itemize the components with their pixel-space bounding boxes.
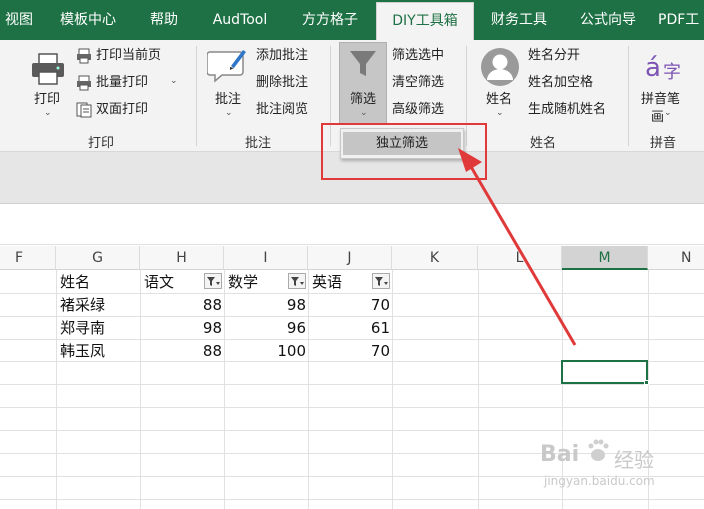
row-line [0,499,704,500]
pinyin-icon[interactable]: á 字 [645,50,685,86]
column-line [392,270,393,509]
column-line [56,270,57,509]
split-name-button[interactable]: 姓名分开 [528,47,580,65]
user-avatar-icon[interactable] [479,46,521,92]
cell-math[interactable]: 96 [224,317,306,340]
column-header-n[interactable]: N [648,246,704,270]
svg-text:字: 字 [663,62,681,82]
row-line [0,407,704,408]
cell-math[interactable]: 98 [224,294,306,317]
column-header-g[interactable]: G [56,246,140,270]
batch-print-button[interactable]: 批量打印 [96,74,148,92]
ribbon-tab-bar: 视图 模板中心 帮助 AudTool 方方格子 DIY工具箱 财务工具 公式向导… [0,0,704,40]
header-cell-math[interactable]: 数学 [228,271,258,294]
chevron-down-icon[interactable]: ⌄ [225,108,233,118]
cell-name[interactable]: 郑寻南 [60,317,105,340]
cell-english[interactable]: 70 [308,340,390,363]
tab-fangfang-gezi[interactable]: 方方格子 [290,0,370,40]
tab-view[interactable]: 视图 [0,0,38,40]
random-name-button[interactable]: 生成随机姓名 [528,101,606,119]
column-header-h[interactable]: H [140,246,224,270]
header-cell-name[interactable]: 姓名 [60,271,90,294]
header-cell-chinese[interactable]: 语文 [144,271,174,294]
cell-chinese[interactable]: 88 [140,340,222,363]
tab-template-center[interactable]: 模板中心 [48,0,128,40]
annotation-arrow-icon [458,148,577,346]
pinyin-group-label: 拼音 [650,136,677,151]
print-page-icon [76,48,92,68]
chevron-down-icon[interactable]: ⌄ [664,108,672,118]
delete-comment-button[interactable]: 删除批注 [256,74,308,92]
filter-button-label[interactable]: 筛选 [350,88,376,107]
add-comment-button[interactable]: 添加批注 [256,47,308,65]
print-group-label: 打印 [88,136,115,151]
formula-bar[interactable] [0,205,704,245]
advanced-filter-button[interactable]: 高级筛选 [392,101,444,119]
duplex-print-icon [76,102,92,122]
group-divider [628,46,629,146]
comment-button[interactable]: 批注 [215,88,241,107]
cell-math[interactable]: 100 [224,340,306,363]
svg-text:á: á [645,53,661,82]
row-line [0,384,704,385]
cell-chinese[interactable]: 88 [140,294,222,317]
cell-name[interactable]: 褚采绿 [60,294,105,317]
tab-diy-toolbox[interactable]: DIY工具箱 [376,2,474,40]
filter-dropdown-icon[interactable] [372,273,390,289]
tab-help[interactable]: 帮助 [138,0,190,40]
paw-icon [586,438,610,468]
tab-formula-wizard[interactable]: 公式向导 [568,0,648,40]
watermark-jingyan-text: 经验 [614,448,654,472]
cell-name[interactable]: 韩玉凤 [60,340,105,363]
pinyin-stroke-button-line2[interactable]: 画 [651,106,664,125]
name-add-space-button[interactable]: 姓名加空格 [528,74,593,92]
cell-chinese[interactable]: 98 [140,317,222,340]
print-button[interactable]: 打印 [34,88,60,107]
column-header-row: F G H I J K L M N [0,246,704,270]
chevron-down-icon[interactable]: ⌄ [360,108,368,118]
group-divider [196,46,197,146]
chevron-down-icon[interactable]: ⌄ [496,108,504,118]
clear-filter-button[interactable]: 清空筛选 [392,74,444,92]
name-button[interactable]: 姓名 [486,88,512,107]
print-current-page-button[interactable]: 打印当前页 [96,47,161,65]
baidu-watermark: Bai 经验 jingyan.baidu.com [536,432,696,492]
watermark-url: jingyan.baidu.com [544,474,655,488]
watermark-logo-text: Bai [540,442,580,467]
header-cell-english[interactable]: 英语 [312,271,342,294]
cell-english[interactable]: 70 [308,294,390,317]
chevron-down-icon[interactable]: ⌄ [44,108,52,118]
column-header-f[interactable]: F [0,246,56,270]
tab-finance-tools[interactable]: 财务工具 [480,0,558,40]
filter-dropdown-icon[interactable] [204,273,222,289]
comment-group-label: 批注 [245,136,272,151]
tab-audtool[interactable]: AudTool [200,0,280,40]
comment-icon[interactable] [206,46,247,88]
filter-selected-button[interactable]: 筛选选中 [392,47,444,65]
tab-pdf[interactable]: PDF工 [658,0,704,40]
fill-handle[interactable] [644,380,649,385]
selected-cell[interactable] [561,360,648,384]
row-line [0,430,704,431]
column-header-j[interactable]: J [308,246,392,270]
duplex-print-button[interactable]: 双面打印 [96,101,148,119]
filter-dropdown-icon[interactable] [288,273,306,289]
chevron-down-icon[interactable]: ⌄ [170,76,178,86]
cell-english[interactable]: 61 [308,317,390,340]
pinyin-stroke-button[interactable]: 拼音笔 [641,88,680,107]
funnel-icon [348,48,378,84]
printer-icon[interactable] [30,52,66,92]
column-header-i[interactable]: I [224,246,308,270]
review-comment-button[interactable]: 批注阅览 [256,101,308,119]
batch-print-icon [76,75,92,95]
